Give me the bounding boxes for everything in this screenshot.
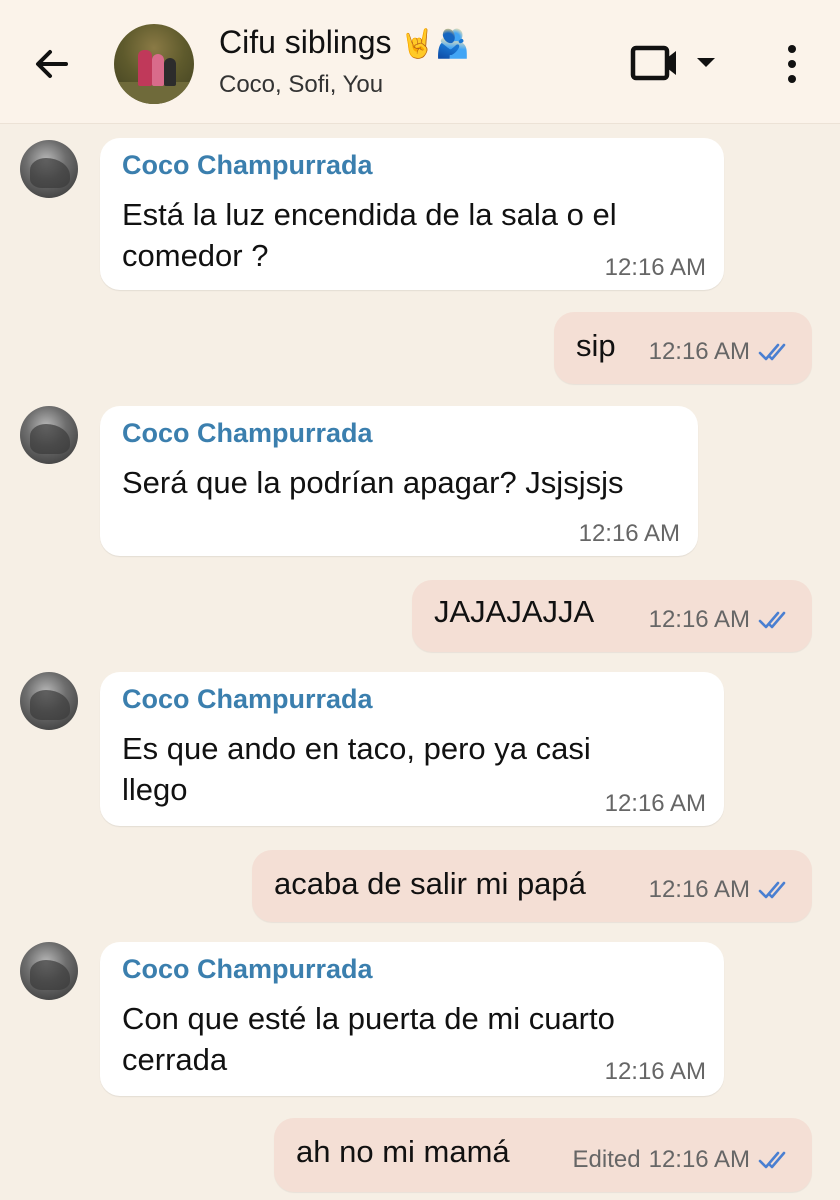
- message-time: 12:16 AM: [648, 338, 750, 365]
- back-button[interactable]: [26, 38, 78, 90]
- message-meta: 12:16 AM: [649, 606, 794, 634]
- outgoing-message[interactable]: JAJAJAJJA 12:16 AM: [412, 580, 812, 652]
- sender-avatar[interactable]: [20, 672, 78, 730]
- more-options-icon: [788, 45, 796, 53]
- message-text: ah no mi mamá: [296, 1134, 510, 1169]
- sender-avatar[interactable]: [20, 942, 78, 1000]
- chat-title[interactable]: Cifu siblings 🤘🫂: [219, 24, 470, 61]
- edited-label: Edited: [572, 1146, 641, 1173]
- read-ticks-icon: [758, 343, 786, 361]
- message-time: 12:16 AM: [648, 1146, 750, 1173]
- outgoing-message[interactable]: ah no mi mamá Edited 12:16 AM: [274, 1118, 812, 1192]
- message-meta: Edited 12:16 AM: [573, 1146, 794, 1174]
- message-time: 12:16 AM: [604, 254, 706, 281]
- message-text: Con que esté la puerta de mi cuarto cerr…: [122, 1001, 615, 1077]
- sender-name: Coco Champurrada: [122, 684, 373, 714]
- read-ticks-icon: [758, 1151, 786, 1169]
- read-ticks-icon: [758, 611, 786, 629]
- message-time: 12:16 AM: [604, 1058, 706, 1085]
- video-call-icon: [630, 45, 715, 81]
- incoming-message[interactable]: Coco Champurrada Está la luz encendida d…: [100, 138, 724, 290]
- chat-participants: Coco, Sofi, You: [219, 71, 384, 98]
- message-time: 12:16 AM: [648, 606, 750, 633]
- video-call-button[interactable]: [624, 40, 724, 86]
- dropdown-icon: [697, 58, 715, 67]
- message-text: acaba de salir mi papá: [274, 866, 586, 901]
- sender-name: Coco Champurrada: [122, 418, 373, 448]
- message-text: JAJAJAJJA: [434, 594, 595, 629]
- sender-name: Coco Champurrada: [122, 954, 373, 984]
- chat-title-emoji: 🤘🫂: [400, 27, 471, 60]
- message-time: 12:16 AM: [648, 876, 750, 903]
- outgoing-message[interactable]: acaba de salir mi papá 12:16 AM: [252, 850, 812, 922]
- outgoing-message[interactable]: sip 12:16 AM: [554, 312, 812, 384]
- message-text: sip: [576, 328, 616, 363]
- read-ticks-icon: [758, 881, 786, 899]
- message-time: 12:16 AM: [578, 520, 680, 547]
- message-text: Es que ando en taco, pero ya casi llego: [122, 731, 591, 807]
- incoming-message[interactable]: Coco Champurrada Con que esté la puerta …: [100, 942, 724, 1096]
- incoming-message[interactable]: Coco Champurrada Es que ando en taco, pe…: [100, 672, 724, 826]
- sender-avatar[interactable]: [20, 406, 78, 464]
- message-text: Está la luz encendida de la sala o el co…: [122, 197, 617, 273]
- incoming-message[interactable]: Coco Champurrada Será que la podrían apa…: [100, 406, 698, 556]
- message-meta: 12:16 AM: [649, 876, 794, 904]
- chat-title-text: Cifu siblings: [219, 24, 392, 60]
- message-time: 12:16 AM: [604, 790, 706, 817]
- back-arrow-icon: [36, 50, 68, 78]
- chat-header: Cifu siblings 🤘🫂 Coco, Sofi, You: [0, 0, 840, 124]
- message-meta: 12:16 AM: [649, 338, 794, 366]
- sender-name: Coco Champurrada: [122, 150, 373, 180]
- group-avatar[interactable]: [114, 24, 194, 104]
- message-text: Será que la podrían apagar? Jsjsjsjs: [122, 465, 624, 500]
- sender-avatar[interactable]: [20, 140, 78, 198]
- more-options-button[interactable]: [770, 38, 814, 90]
